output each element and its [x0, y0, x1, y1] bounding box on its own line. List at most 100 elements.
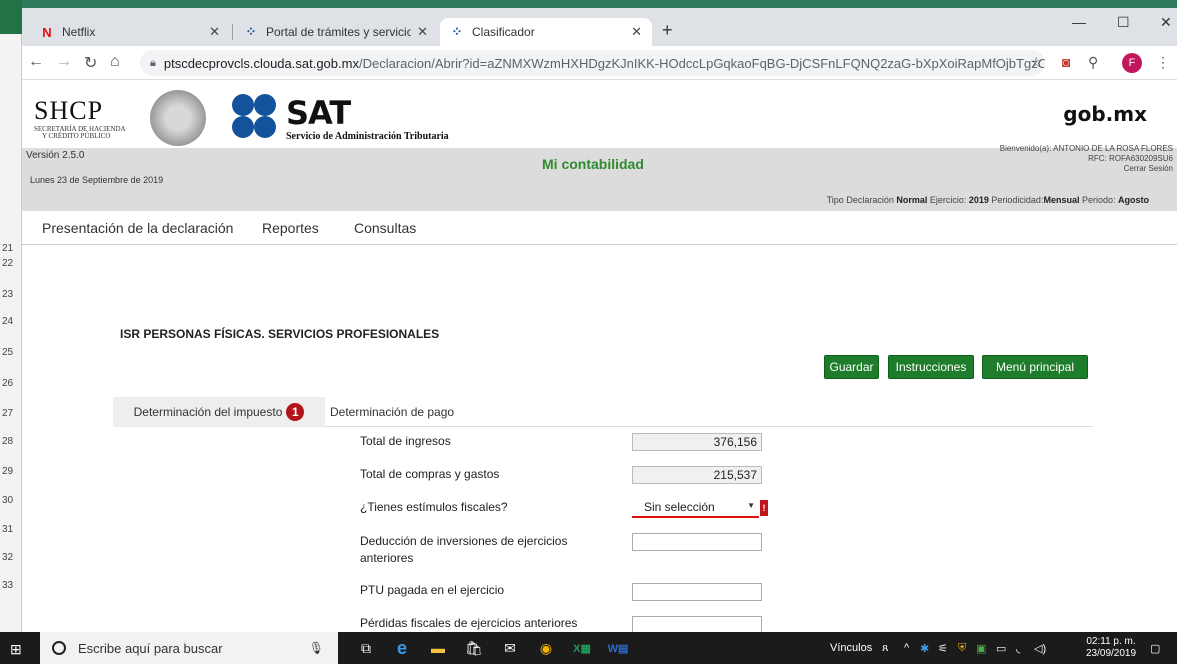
- taskbar-search[interactable]: Escribe aquí para buscar 🎙︎: [40, 632, 338, 664]
- ptu-input[interactable]: [632, 583, 762, 601]
- address-bar[interactable]: 🔒︎ ptscdecprovcls.clouda.sat.gob.mx/Decl…: [140, 50, 1045, 76]
- security-icon[interactable]: ⛨: [958, 642, 966, 655]
- welcome-text: Bienvenido(a): ANTONIO DE LA ROSA FLORES: [999, 144, 1173, 153]
- deduccion-label-line: anteriores: [360, 551, 414, 565]
- close-icon[interactable]: ✕: [417, 24, 428, 40]
- row-number: 29: [2, 466, 14, 477]
- cortana-icon: [52, 641, 66, 655]
- tipo-value: Normal: [896, 195, 928, 205]
- url-path: /Declaracion/Abrir?id=aZNMXWzmHXHDgzKJnI…: [358, 55, 1045, 71]
- people-icon[interactable]: ጸ: [882, 642, 888, 655]
- file-explorer-icon[interactable]: ▬: [428, 638, 448, 658]
- periodicidad-label: Periodicidad:: [988, 195, 1044, 205]
- perdidas-label: Pérdidas fiscales de ejercicios anterior…: [360, 616, 578, 630]
- microphone-icon[interactable]: 🎙︎: [309, 641, 324, 655]
- toolbar: ← → ↻ ⌂ 🔒︎ ptscdecprovcls.clouda.sat.gob…: [22, 46, 1177, 80]
- periodo-label: Periodo:: [1079, 195, 1118, 205]
- deduccion-label-line: Deducción de inversiones de ejercicios: [360, 534, 568, 548]
- tab-clasificador[interactable]: ⁘ Clasificador ✕: [440, 18, 652, 46]
- tab-netflix[interactable]: N Netflix ✕: [30, 18, 230, 46]
- battery-icon[interactable]: ▭: [996, 642, 1006, 655]
- main-menu-button[interactable]: Menú principal: [982, 355, 1088, 379]
- row-number: 32: [2, 552, 14, 563]
- excel-titlebar: [0, 0, 22, 34]
- extension-pocket-icon[interactable]: ◙: [1062, 54, 1070, 70]
- network-icon[interactable]: ⚟: [938, 642, 948, 655]
- tray-expand-icon[interactable]: ^: [904, 642, 909, 654]
- minimize-icon[interactable]: —: [1072, 14, 1086, 30]
- url-host: ptscdecprovcls.clouda.sat.gob.mx: [163, 55, 359, 71]
- back-icon[interactable]: ←: [28, 53, 44, 71]
- error-flag-icon: !: [760, 500, 768, 516]
- site-header: SHCP SECRETARÍA DE HACIENDA Y CRÉDITO PÚ…: [22, 80, 1177, 148]
- save-button[interactable]: Guardar: [824, 355, 879, 379]
- home-icon[interactable]: ⌂: [110, 53, 120, 71]
- national-seal-icon: [150, 90, 206, 146]
- form-title: ISR PERSONAS FÍSICAS. SERVICIOS PROFESIO…: [120, 327, 440, 341]
- declaration-info: Tipo Declaración Normal Ejercicio: 2019 …: [827, 195, 1149, 205]
- deduccion-label: Deducción de inversiones de ejercicios a…: [360, 533, 567, 567]
- store-icon[interactable]: 🛍︎: [464, 638, 484, 658]
- task-view-icon[interactable]: ⧉: [356, 638, 376, 658]
- rfc-text: RFC: ROFA630209SU6: [1088, 154, 1173, 163]
- periodicidad-value: Mensual: [1043, 195, 1080, 205]
- menu-icon[interactable]: ⋮: [1156, 54, 1170, 71]
- sat-logo: SAT Servicio de Administración Tributari…: [232, 94, 492, 144]
- close-window-icon[interactable]: ✕: [1160, 14, 1172, 31]
- notifications-icon[interactable]: ▢: [1150, 642, 1160, 655]
- tray-app-icon[interactable]: ▣: [976, 642, 986, 655]
- menu-item-presentacion[interactable]: Presentación de la declaración: [42, 220, 233, 236]
- profile-avatar[interactable]: F: [1122, 53, 1142, 73]
- sat-dot: [254, 116, 276, 138]
- clock-time: 02:11 p. m.: [1086, 636, 1136, 647]
- tab-determinacion-pago[interactable]: Determinación de pago: [330, 397, 454, 427]
- tab-title: Netflix: [62, 25, 96, 39]
- estimulos-label: ¿Tienes estímulos fiscales?: [360, 500, 508, 514]
- volume-icon[interactable]: ◁): [1034, 642, 1046, 655]
- form-tabs: Determinación del impuesto 1 Determinaci…: [113, 397, 1093, 427]
- sat-icon: ⁘: [245, 24, 257, 39]
- instructions-button[interactable]: Instrucciones: [888, 355, 974, 379]
- menu-item-consultas[interactable]: Consultas: [354, 220, 416, 236]
- close-icon[interactable]: ✕: [631, 24, 642, 40]
- edge-icon[interactable]: e: [392, 638, 412, 658]
- forward-icon[interactable]: →: [56, 53, 72, 71]
- ptu-label: PTU pagada en el ejercicio: [360, 583, 505, 597]
- compras-label: Total de compras y gastos: [360, 467, 500, 481]
- new-tab-icon[interactable]: +: [662, 20, 673, 41]
- sat-logo-text: SAT: [286, 94, 351, 132]
- windows-start-icon[interactable]: ⊞: [10, 641, 22, 658]
- tab-title: Portal de trámites y servicios - SA: [266, 25, 412, 39]
- mail-icon[interactable]: ✉: [500, 638, 520, 658]
- close-icon[interactable]: ✕: [209, 24, 220, 40]
- excel-icon[interactable]: X▦: [572, 638, 592, 658]
- browser-window: N Netflix ✕ ⁘ Portal de trámites y servi…: [22, 8, 1177, 634]
- sat-logo-sub: Servicio de Administración Tributaria: [286, 131, 449, 142]
- chrome-icon[interactable]: ◉: [536, 638, 556, 658]
- lock-icon: 🔒︎: [150, 56, 156, 69]
- wifi-icon[interactable]: ◟: [1016, 642, 1020, 655]
- version-label: Versión 2.5.0: [26, 150, 85, 161]
- system-clock[interactable]: 02:11 p. m. 23/09/2019: [1086, 636, 1136, 660]
- reload-icon[interactable]: ↻: [84, 53, 97, 73]
- bluetooth-icon[interactable]: ✱: [920, 642, 929, 655]
- star-icon[interactable]: ☆: [1030, 54, 1043, 71]
- shcp-logo-sub: Y CRÉDITO PÚBLICO: [42, 132, 111, 140]
- tab-portal[interactable]: ⁘ Portal de trámites y servicios - SA ✕: [234, 18, 438, 46]
- tipo-label: Tipo Declaración: [826, 195, 897, 205]
- word-icon[interactable]: W▤: [608, 638, 629, 658]
- row-number: 33: [2, 580, 14, 591]
- links-toolbar[interactable]: Vínculos: [830, 642, 872, 654]
- tab-separator: [232, 24, 233, 40]
- logout-link[interactable]: Cerrar Sesión: [1000, 164, 1173, 174]
- row-number: 25: [2, 347, 14, 358]
- ejercicio-label: Ejercicio:: [927, 195, 969, 205]
- maximize-icon[interactable]: ☐: [1117, 14, 1130, 31]
- gobmx-logo: gob.mx: [1063, 102, 1147, 126]
- tab-determinacion-impuesto[interactable]: Determinación del impuesto 1: [113, 397, 325, 427]
- deduccion-input[interactable]: [632, 533, 762, 551]
- menu-item-reportes[interactable]: Reportes: [262, 220, 319, 236]
- estimulos-select[interactable]: Sin selección ▼: [632, 498, 759, 518]
- search-extension-icon[interactable]: ⚲: [1088, 54, 1098, 71]
- taskbar: ⊞ Escribe aquí para buscar 🎙︎ ⧉ e ▬ 🛍︎ ✉…: [0, 632, 1177, 664]
